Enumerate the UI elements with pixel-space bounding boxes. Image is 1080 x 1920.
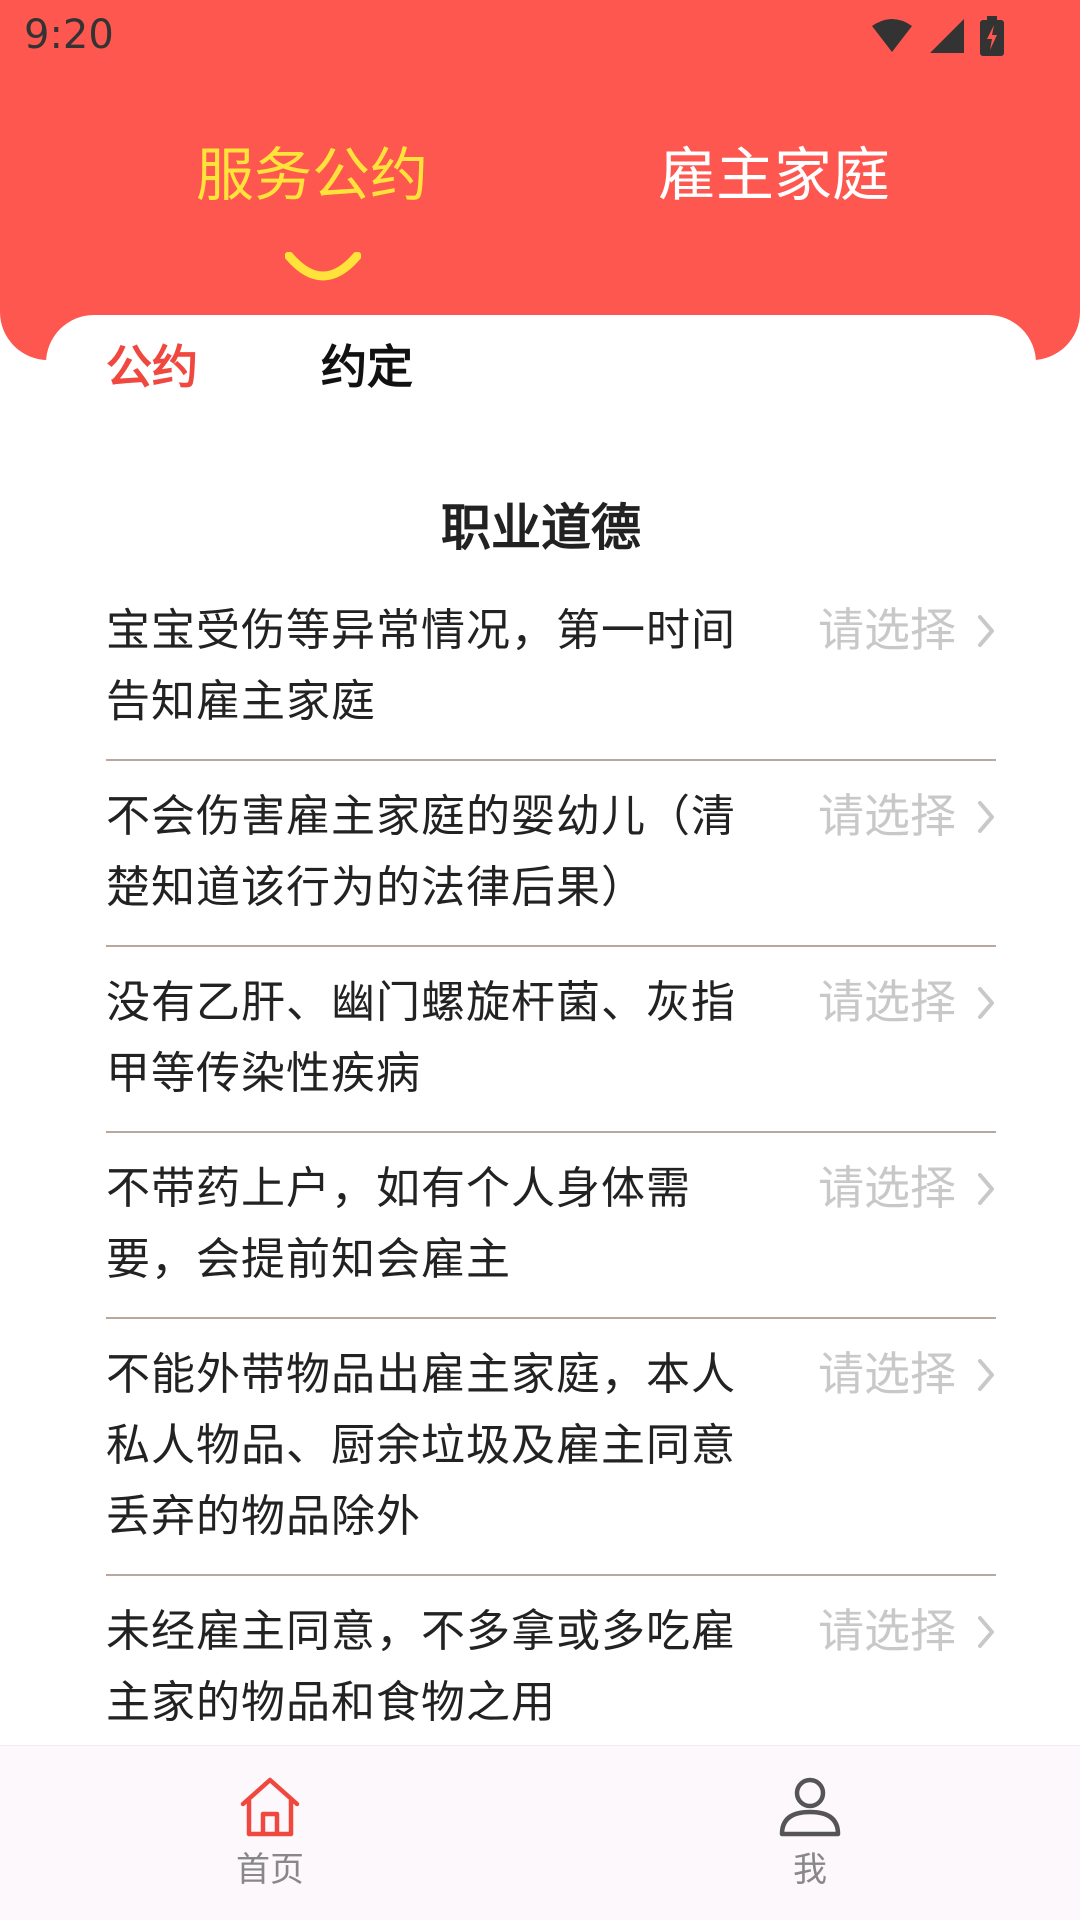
select-button[interactable]: 请选择 bbox=[818, 781, 996, 852]
select-label: 请选择 bbox=[818, 975, 956, 1029]
list-item-text: 未经雇主同意，不多拿或多吃雇主家的物品和食物之用 bbox=[106, 1606, 736, 1728]
nav-item-home[interactable]: 首页 bbox=[170, 1776, 370, 1890]
select-button[interactable]: 请选择 bbox=[818, 1153, 996, 1224]
chevron-right-icon bbox=[978, 1172, 994, 1205]
convention-list: 宝宝受伤等异常情况，第一时间告知雇主家庭 请选择 不会伤害雇主家庭的婴幼儿（清楚… bbox=[106, 575, 996, 1745]
select-button[interactable]: 请选择 bbox=[818, 595, 996, 666]
list-item-text: 宝宝受伤等异常情况，第一时间告知雇主家庭 bbox=[106, 605, 736, 727]
list-item-text: 不带药上户，如有个人身体需要，会提前知会雇主 bbox=[106, 1163, 691, 1285]
top-tabs: 服务公约 雇主家庭 bbox=[0, 130, 1080, 240]
status-icons bbox=[870, 12, 1004, 60]
user-icon bbox=[779, 1777, 841, 1837]
status-bar: 9:20 bbox=[0, 0, 1080, 80]
select-button[interactable]: 请选择 bbox=[818, 1339, 996, 1410]
select-button[interactable]: 请选择 bbox=[818, 1596, 996, 1667]
select-button[interactable]: 请选择 bbox=[818, 967, 996, 1038]
list-item-text: 不能外带物品出雇主家庭，本人私人物品、厨余垃圾及雇主同意丢弃的物品除外 bbox=[106, 1349, 736, 1542]
select-label: 请选择 bbox=[818, 603, 956, 657]
list-item-text: 没有乙肝、幽门螺旋杆菌、灰指甲等传染性疾病 bbox=[106, 977, 736, 1099]
select-label: 请选择 bbox=[818, 1161, 956, 1215]
select-label: 请选择 bbox=[818, 1604, 956, 1658]
active-tab-indicator bbox=[285, 252, 361, 281]
list-item: 未经雇主同意，不多拿或多吃雇主家的物品和食物之用 请选择 bbox=[106, 1576, 996, 1745]
screen: 9:20 服务公约 雇主家庭 公约 约定 职业道德 宝宝受伤等异常情况，第一时间… bbox=[0, 0, 1080, 1920]
chevron-right-icon bbox=[978, 614, 994, 647]
select-label: 请选择 bbox=[818, 789, 956, 843]
list-item-text: 不会伤害雇主家庭的婴幼儿（清楚知道该行为的法律后果） bbox=[106, 791, 736, 913]
sub-tab-agreement[interactable]: 约定 bbox=[321, 337, 413, 397]
chevron-right-icon bbox=[978, 1358, 994, 1391]
list-item: 不会伤害雇主家庭的婴幼儿（清楚知道该行为的法律后果） 请选择 bbox=[106, 761, 996, 947]
list-item: 不带药上户，如有个人身体需要，会提前知会雇主 请选择 bbox=[106, 1133, 996, 1319]
list-item: 没有乙肝、幽门螺旋杆菌、灰指甲等传染性疾病 请选择 bbox=[106, 947, 996, 1133]
nav-item-me[interactable]: 我 bbox=[710, 1776, 910, 1890]
tab-service-convention[interactable]: 服务公约 bbox=[196, 130, 428, 220]
list-item: 宝宝受伤等异常情况，第一时间告知雇主家庭 请选择 bbox=[106, 575, 996, 761]
select-label: 请选择 bbox=[818, 1347, 956, 1401]
cellular-signal-icon bbox=[930, 19, 964, 53]
sub-tabs: 公约 约定 bbox=[46, 315, 1036, 415]
list-item: 不能外带物品出雇主家庭，本人私人物品、厨余垃圾及雇主同意丢弃的物品除外 请选择 bbox=[106, 1319, 996, 1576]
content-card: 公约 约定 职业道德 宝宝受伤等异常情况，第一时间告知雇主家庭 请选择 不会伤害… bbox=[46, 315, 1036, 1745]
bottom-nav: 首页 我 bbox=[0, 1745, 1080, 1920]
battery-charging-icon bbox=[980, 16, 1004, 56]
nav-label-home: 首页 bbox=[236, 1850, 304, 1890]
home-icon bbox=[240, 1777, 300, 1837]
status-time: 9:20 bbox=[24, 12, 114, 58]
chevron-right-icon bbox=[978, 800, 994, 833]
chevron-right-icon bbox=[978, 1615, 994, 1648]
wifi-icon bbox=[872, 19, 912, 52]
tab-employer-family[interactable]: 雇主家庭 bbox=[658, 130, 890, 220]
nav-label-me: 我 bbox=[793, 1850, 827, 1890]
sub-tab-convention[interactable]: 公约 bbox=[106, 337, 198, 397]
chevron-right-icon bbox=[978, 986, 994, 1019]
section-title: 职业道德 bbox=[441, 499, 641, 557]
